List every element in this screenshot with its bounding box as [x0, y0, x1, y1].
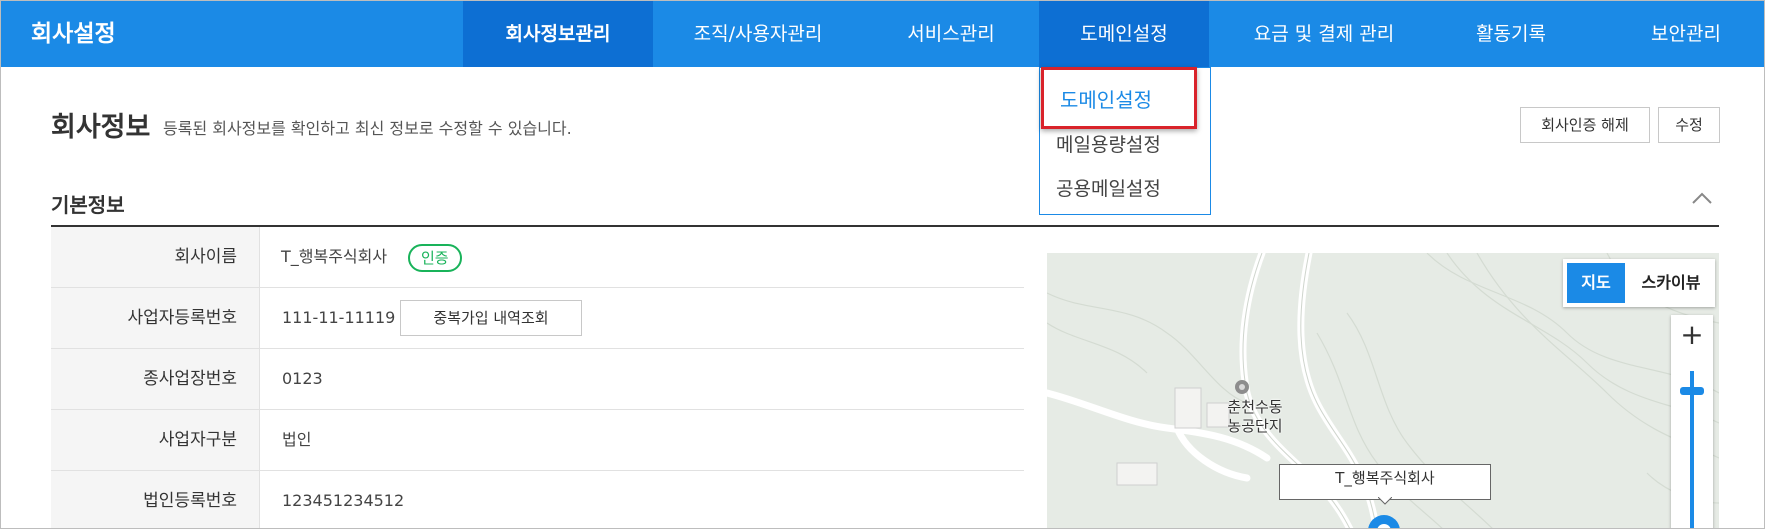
zoom-in-button[interactable]: +: [1671, 315, 1713, 357]
tab-company-info[interactable]: 회사정보관리: [463, 1, 653, 67]
revoke-certification-button[interactable]: 회사인증 해제: [1520, 107, 1650, 143]
branch-number-label: 종사업장번호: [143, 369, 237, 389]
tab-domain[interactable]: 도메인설정: [1039, 1, 1209, 67]
company-name-value: T_행복주식회사: [281, 247, 388, 266]
map-place-label: 춘천수동 농공단지: [1227, 398, 1283, 435]
map-view-button[interactable]: 지도: [1567, 263, 1625, 303]
edit-button[interactable]: 수정: [1658, 107, 1720, 143]
map-zoom-control: +: [1671, 315, 1713, 528]
page-title: 회사정보: [51, 112, 151, 143]
tab-service[interactable]: 서비스관리: [871, 1, 1031, 67]
business-number-label: 사업자등록번호: [127, 308, 237, 328]
zoom-slider-handle[interactable]: [1680, 387, 1704, 395]
info-row-branch-number: 종사업장번호 0123: [51, 349, 1024, 410]
corp-number-label: 법인등록번호: [143, 491, 237, 511]
app-title: 회사설정: [31, 21, 116, 47]
menu-item-domain-settings[interactable]: 도메인설정: [1041, 67, 1197, 129]
info-row-business-number: 사업자등록번호 111-11-11119 중복가입 내역조회: [51, 288, 1024, 349]
collapse-chevron-icon[interactable]: [1691, 191, 1713, 205]
menu-item-domain-settings-label: 도메인설정: [1060, 88, 1152, 112]
tab-activity[interactable]: 활동기록: [1421, 1, 1601, 67]
tab-security[interactable]: 보안관리: [1611, 1, 1761, 67]
business-type-value: 법인: [282, 430, 312, 449]
tab-billing[interactable]: 요금 및 결제 관리: [1239, 1, 1409, 67]
section-title: 기본정보: [51, 193, 125, 217]
app-frame: 회사설정 회사정보관리 조직/사용자관리 서비스관리 도메인설정 요금 및 결제…: [0, 0, 1765, 529]
corp-number-value: 123451234512: [282, 491, 405, 510]
top-nav-bar: 회사설정 회사정보관리 조직/사용자관리 서비스관리 도메인설정 요금 및 결제…: [1, 1, 1764, 67]
business-number-value: 111-11-11119: [282, 308, 396, 327]
company-name-label: 회사이름: [174, 247, 237, 267]
business-type-label: 사업자구분: [158, 430, 237, 450]
info-row-company-name: 회사이름 T_행복주식회사 인증: [51, 227, 1024, 288]
certified-badge: 인증: [408, 244, 462, 272]
map-marker-label[interactable]: T_행복주식회사: [1279, 464, 1491, 500]
duplicate-check-button[interactable]: 중복가입 내역조회: [400, 300, 582, 336]
info-row-business-type: 사업자구분 법인: [51, 410, 1024, 471]
map-type-toggle: 지도 스카이뷰: [1563, 259, 1715, 307]
sky-view-button[interactable]: 스카이뷰: [1631, 263, 1711, 303]
menu-item-mail-quota[interactable]: 메일용량설정: [1056, 130, 1161, 157]
menu-item-shared-mail[interactable]: 공용메일설정: [1056, 174, 1161, 201]
marker-pointer-icon: [1378, 497, 1392, 505]
branch-number-value: 0123: [282, 369, 323, 388]
tab-org-users[interactable]: 조직/사용자관리: [673, 1, 843, 67]
info-row-corp-number: 법인등록번호 123451234512: [51, 471, 1024, 528]
page-description: 등록된 회사정보를 확인하고 최신 정보로 수정할 수 있습니다.: [163, 119, 572, 138]
